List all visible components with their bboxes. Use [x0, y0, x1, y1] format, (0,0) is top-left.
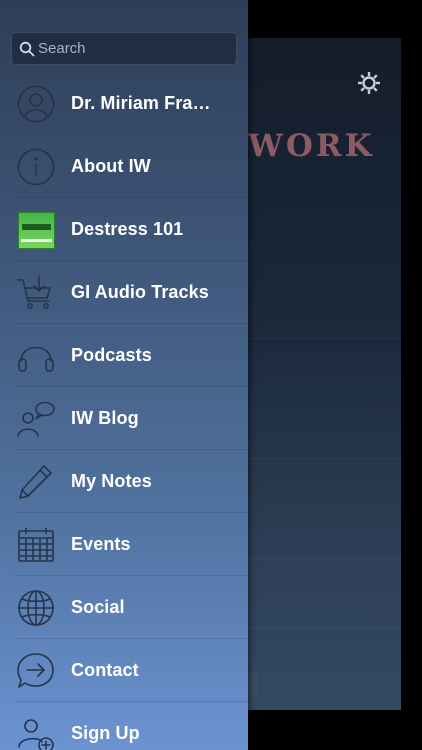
add-user-icon	[16, 715, 56, 750]
chat-arrow-icon	[16, 652, 56, 690]
destress-thumbnail	[16, 211, 56, 249]
menu-item-destress[interactable]: Destress 101	[0, 198, 248, 261]
user-profile-icon	[16, 85, 56, 123]
main-content-panel: WORK	[248, 38, 401, 710]
menu-item-label: Sign Up	[71, 723, 140, 743]
menu-item-social[interactable]: Social	[0, 576, 248, 639]
cart-download-icon	[16, 274, 56, 312]
page-title: WORK	[248, 128, 375, 164]
menu-item-label: Podcasts	[71, 345, 152, 365]
menu-item-label: Social	[71, 597, 125, 617]
blog-person-speech-icon	[16, 400, 56, 438]
gear-icon[interactable]	[356, 70, 382, 96]
calendar-icon	[16, 526, 56, 564]
menu-item-label: Contact	[71, 660, 139, 680]
thumbnail-image	[17, 211, 55, 249]
search-box[interactable]	[11, 32, 237, 65]
background-wave	[248, 458, 401, 459]
app-screen: WORK Search Dr. Miriam Fra… About IW Des…	[0, 0, 422, 750]
side-drawer: Dr. Miriam Fra… About IW	[0, 0, 248, 750]
background-wave	[248, 558, 401, 559]
headphones-icon	[16, 337, 56, 375]
pencil-icon	[16, 463, 56, 501]
background-wave	[248, 338, 401, 339]
search-icon	[16, 39, 38, 59]
menu-item-label: My Notes	[71, 471, 152, 491]
search-input[interactable]	[38, 40, 228, 57]
menu-item-contact[interactable]: Contact	[0, 639, 248, 702]
menu-item-label: Events	[71, 534, 131, 554]
bottom-button[interactable]	[248, 672, 258, 702]
menu-item-label: GI Audio Tracks	[71, 282, 209, 302]
menu-item-about[interactable]: About IW	[0, 135, 248, 198]
menu-item-signup[interactable]: Sign Up	[0, 702, 248, 750]
info-icon	[16, 148, 56, 186]
menu-item-blog[interactable]: IW Blog	[0, 387, 248, 450]
menu-item-label: About IW	[71, 156, 151, 176]
menu-item-label: IW Blog	[71, 408, 139, 428]
menu-item-notes[interactable]: My Notes	[0, 450, 248, 513]
menu-item-audio-tracks[interactable]: GI Audio Tracks	[0, 261, 248, 324]
menu-item-events[interactable]: Events	[0, 513, 248, 576]
menu-list: Dr. Miriam Fra… About IW Destress 101 GI…	[0, 72, 248, 750]
globe-icon	[16, 589, 56, 627]
menu-item-label: Dr. Miriam Fra…	[71, 93, 211, 113]
menu-item-profile[interactable]: Dr. Miriam Fra…	[0, 72, 248, 135]
background-wave	[248, 628, 401, 629]
menu-item-podcasts[interactable]: Podcasts	[0, 324, 248, 387]
menu-item-label: Destress 101	[71, 219, 184, 239]
